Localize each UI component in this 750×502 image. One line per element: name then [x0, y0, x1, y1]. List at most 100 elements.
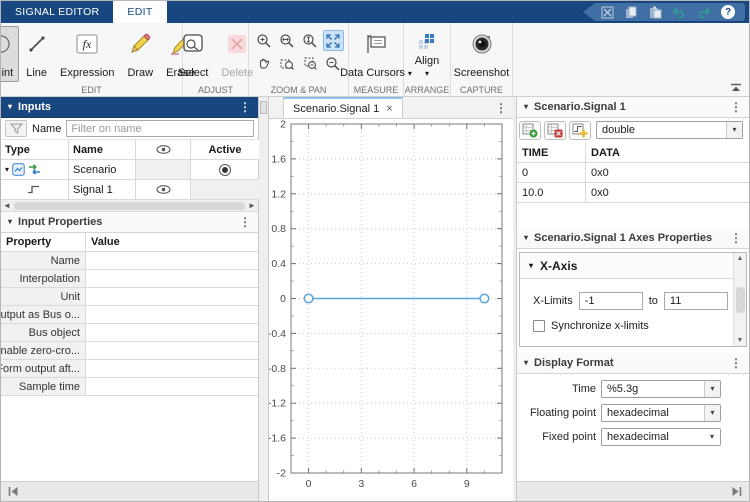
scroll-left-icon[interactable]: ◄	[1, 201, 13, 210]
property-row-form-output[interactable]: Form output aft...	[1, 360, 258, 378]
x-max-input[interactable]	[663, 292, 728, 310]
signal1-visibility-cell[interactable]	[136, 180, 191, 200]
paste-icon[interactable]	[649, 6, 662, 19]
screenshot-button[interactable]: Screenshot	[448, 26, 516, 82]
input-properties-header[interactable]: ▾ Input Properties ⋮	[1, 212, 258, 233]
column-header-type[interactable]: Type	[1, 140, 69, 160]
property-value[interactable]	[86, 252, 258, 270]
inputs-panel-header[interactable]: ▾ Inputs ⋮	[1, 97, 258, 118]
property-row-bus-object[interactable]: Bus object	[1, 324, 258, 342]
kebab-menu-icon[interactable]: ⋮	[730, 231, 742, 245]
panel-splitter-left[interactable]	[259, 97, 269, 501]
sync-xlimits-checkbox[interactable]	[533, 320, 545, 332]
chevron-down-icon[interactable]: ▾	[704, 405, 720, 421]
insert-signal-button[interactable]	[569, 120, 591, 140]
plot-area[interactable]: 0 3 6 9 -2 -1.6 -1.2 -0.8 -0.4 0 0.4 0.8 1.2 1.6 2	[269, 119, 513, 501]
align-button[interactable]: Align ▾	[409, 26, 445, 82]
copy-icon[interactable]	[625, 6, 638, 19]
collapse-caret-icon[interactable]: ▾	[524, 359, 528, 367]
data-type-dropdown[interactable]: double ▾	[596, 121, 743, 139]
property-value[interactable]	[86, 378, 258, 396]
inputs-horizontal-scrollbar[interactable]: ◄ ►	[1, 200, 258, 212]
select-button[interactable]: Select	[172, 26, 215, 82]
property-value[interactable]	[86, 306, 258, 324]
property-row-unit[interactable]: Unit	[1, 288, 258, 306]
scrollbar-thumb[interactable]	[14, 201, 245, 210]
collapse-caret-icon[interactable]: ▾	[524, 103, 528, 111]
draw-button[interactable]: Draw	[121, 26, 159, 82]
document-tab-scenario-signal1[interactable]: Scenario.Signal 1 ×	[283, 97, 403, 118]
zoom-x-button[interactable]	[277, 30, 298, 51]
property-value[interactable]	[86, 342, 258, 360]
property-value[interactable]	[86, 288, 258, 306]
chevron-down-icon[interactable]: ▾	[726, 122, 742, 138]
scrollbar-thumb[interactable]	[735, 286, 745, 313]
property-value[interactable]	[86, 360, 258, 378]
property-row-interpolation[interactable]: Interpolation	[1, 270, 258, 288]
collapse-caret-icon[interactable]: ▾	[8, 103, 12, 111]
column-header-time[interactable]: TIME	[517, 143, 586, 163]
time-cell[interactable]: 0	[517, 163, 586, 183]
radio-selected-icon[interactable]	[219, 163, 231, 176]
column-header-value[interactable]: Value	[86, 233, 258, 252]
filter-input[interactable]	[66, 120, 254, 137]
signal1-name-cell[interactable]: Signal 1	[69, 180, 136, 200]
data-cell[interactable]: 0x0	[586, 183, 749, 203]
column-header-property[interactable]: Property	[1, 233, 86, 252]
floating-point-dropdown[interactable]: hexadecimal ▾	[601, 404, 721, 422]
drag-zoom-x-button[interactable]	[277, 53, 298, 74]
kebab-menu-icon[interactable]: ⋮	[495, 101, 507, 115]
x-axis-section-header[interactable]: ▾ X-Axis	[520, 253, 746, 279]
scroll-down-icon[interactable]: ▼	[737, 337, 744, 344]
scroll-right-icon[interactable]: ►	[246, 201, 258, 210]
collapse-caret-icon[interactable]: ▾	[529, 261, 533, 270]
fixed-point-dropdown[interactable]: hexadecimal ▾	[601, 428, 721, 446]
close-icon[interactable]: ×	[386, 103, 392, 115]
table-row[interactable]: 10.0 0x0	[517, 183, 749, 203]
table-row[interactable]: 0 0x0	[517, 163, 749, 183]
property-row-zero-crossing[interactable]: Enable zero-cro...	[1, 342, 258, 360]
table-row-scenario[interactable]: ▾ Scenario	[1, 160, 259, 180]
data-cell[interactable]: 0x0	[586, 163, 749, 183]
chevron-down-icon[interactable]: ▾	[704, 381, 720, 397]
cut-icon[interactable]	[601, 6, 614, 19]
x-min-input[interactable]	[578, 292, 643, 310]
filter-button[interactable]	[5, 120, 27, 137]
signal-plot[interactable]: 0 3 6 9 -2 -1.6 -1.2 -0.8 -0.4 0 0.4 0.8 1.2 1.6 2	[269, 119, 513, 502]
axes-vertical-scrollbar[interactable]: ▲ ▼	[733, 253, 746, 346]
display-format-header[interactable]: ▾ Display Format ⋮	[517, 353, 749, 374]
signal-data-header[interactable]: ▾ Scenario.Signal 1 ⋮	[517, 97, 749, 118]
collapse-left-icon[interactable]	[7, 486, 19, 497]
tab-edit[interactable]: EDIT	[113, 1, 167, 23]
time-cell[interactable]: 10.0	[517, 183, 586, 203]
zoom-in-button[interactable]	[254, 30, 275, 51]
kebab-menu-icon[interactable]: ⋮	[730, 100, 742, 114]
property-value[interactable]	[86, 270, 258, 288]
kebab-menu-icon[interactable]: ⋮	[239, 100, 251, 114]
scroll-up-icon[interactable]: ▲	[737, 255, 744, 262]
kebab-menu-icon[interactable]: ⋮	[730, 356, 742, 370]
zoom-y-button[interactable]	[300, 30, 321, 51]
table-row-signal1[interactable]: Signal 1	[1, 180, 259, 200]
signal1-active-cell[interactable]	[191, 180, 259, 200]
axes-properties-header[interactable]: ▾ Scenario.Signal 1 Axes Properties ⋮	[517, 228, 749, 249]
expression-button[interactable]: fx Expression	[54, 26, 120, 82]
property-value[interactable]	[86, 324, 258, 342]
pan-button[interactable]	[254, 53, 275, 74]
chevron-down-icon[interactable]: ▾	[704, 429, 720, 445]
tab-signal-editor[interactable]: SIGNAL EDITOR	[1, 1, 113, 23]
add-row-button[interactable]	[519, 120, 541, 140]
column-header-name[interactable]: Name	[69, 140, 136, 160]
collapse-caret-icon[interactable]: ▾	[524, 234, 528, 242]
collapse-caret-icon[interactable]: ▾	[8, 218, 12, 226]
property-row-name[interactable]: Name	[1, 252, 258, 270]
drag-zoom-y-button[interactable]	[300, 53, 321, 74]
property-row-output-as-bus[interactable]: Output as Bus o...	[1, 306, 258, 324]
delete-row-button[interactable]	[544, 120, 566, 140]
kebab-menu-icon[interactable]: ⋮	[239, 215, 251, 229]
column-header-active[interactable]: Active	[191, 140, 259, 160]
line-button[interactable]: Line	[20, 26, 53, 82]
redo-icon[interactable]	[697, 6, 710, 19]
undo-icon[interactable]	[673, 6, 686, 19]
time-format-dropdown[interactable]: %5.3g ▾	[601, 380, 721, 398]
